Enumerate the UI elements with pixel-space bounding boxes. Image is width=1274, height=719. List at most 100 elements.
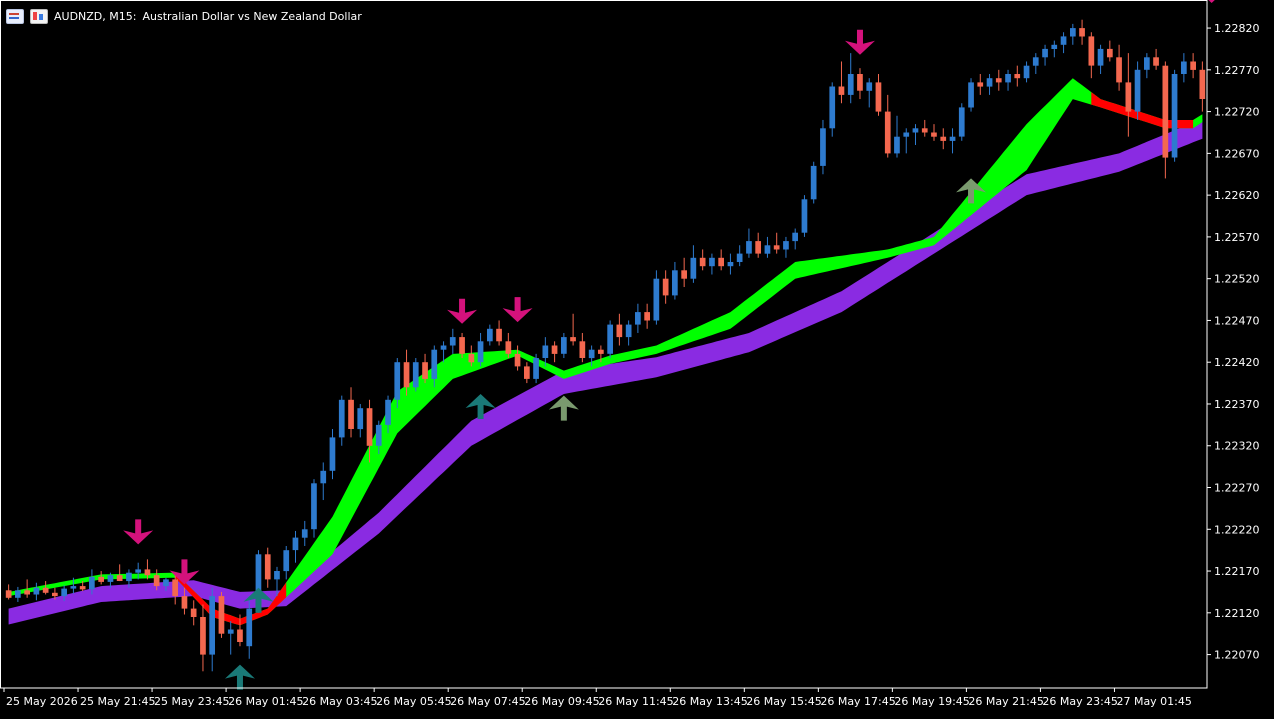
candle-body-73 xyxy=(681,270,687,279)
candle-body-64 xyxy=(598,349,604,354)
candle-body-23 xyxy=(218,596,225,634)
candle-body-15 xyxy=(144,569,151,576)
x-tick-label-4: 26 May 03:45 xyxy=(302,695,377,708)
candle-body-31 xyxy=(292,537,299,551)
candle-body-105 xyxy=(977,82,984,87)
candle-body-71 xyxy=(662,278,669,296)
chart: AUDNZD, M15: Australian Dollar vs New Ze… xyxy=(0,0,1274,715)
candle-body-4 xyxy=(42,587,49,593)
trading-icon[interactable] xyxy=(30,8,48,24)
candle-body-85 xyxy=(792,232,798,242)
candle-body-122 xyxy=(1134,69,1141,112)
x-tick-label-0: 25 May 2026 xyxy=(6,695,78,708)
x-tick-label-12: 26 May 19:45 xyxy=(894,695,969,708)
candle-body-123 xyxy=(1144,57,1150,70)
candle-body-125 xyxy=(1162,65,1169,158)
candle-body-77 xyxy=(718,257,724,267)
candle-body-62 xyxy=(579,341,586,358)
candle-body-48 xyxy=(449,337,456,346)
candle-body-12 xyxy=(116,575,123,581)
x-tick-label-14: 26 May 23:45 xyxy=(1042,695,1117,708)
candle-body-42 xyxy=(394,362,401,400)
candle-body-79 xyxy=(736,253,743,262)
y-tick-label-6: 1.22520 xyxy=(1214,273,1260,286)
candle-body-106 xyxy=(986,78,993,87)
candle-body-129 xyxy=(1199,69,1206,99)
candle-body-112 xyxy=(1042,48,1048,58)
y-tick-label-11: 1.22270 xyxy=(1214,482,1260,495)
x-tick-label-5: 26 May 05:45 xyxy=(376,695,451,708)
candle-body-6 xyxy=(61,588,67,597)
candle-body-55 xyxy=(514,353,521,367)
candle-body-2 xyxy=(24,590,30,595)
candle-body-86 xyxy=(801,199,808,233)
candle-body-18 xyxy=(172,579,178,597)
x-tick-label-1: 25 May 21:45 xyxy=(80,695,155,708)
y-tick-label-7: 1.22470 xyxy=(1214,314,1260,327)
candle-body-128 xyxy=(1190,61,1196,70)
candle-body-66 xyxy=(616,324,623,338)
candle-body-51 xyxy=(477,341,484,363)
x-tick-label-11: 26 May 17:45 xyxy=(820,695,895,708)
candle-body-102 xyxy=(949,136,956,141)
candle-body-41 xyxy=(385,399,391,425)
candle-body-115 xyxy=(1070,28,1076,37)
candle-body-94 xyxy=(875,82,882,112)
candle-body-5 xyxy=(52,592,58,597)
candle-body-116 xyxy=(1079,28,1085,37)
candle-body-127 xyxy=(1181,61,1187,74)
y-tick-label-13: 1.22170 xyxy=(1214,565,1260,578)
candle-body-43 xyxy=(403,362,410,388)
y-tick-label-9: 1.22370 xyxy=(1214,398,1260,411)
candle-body-38 xyxy=(357,408,364,430)
candle-body-67 xyxy=(625,324,632,338)
candle-body-109 xyxy=(1014,74,1021,79)
y-tick-label-1: 1.22770 xyxy=(1214,64,1260,77)
candle-body-103 xyxy=(958,107,965,137)
candle-body-95 xyxy=(884,111,891,154)
candle-body-92 xyxy=(857,74,863,91)
candle-body-13 xyxy=(126,572,132,582)
chart-symbol-label: AUDNZD, M15: xyxy=(54,9,137,23)
candle-body-82 xyxy=(764,245,771,254)
y-tick-label-0: 1.22820 xyxy=(1214,22,1260,35)
candle-body-124 xyxy=(1153,57,1159,66)
candle-body-22 xyxy=(209,596,215,655)
chart-symbol-description: Australian Dollar vs New Zealand Dollar xyxy=(142,9,362,23)
candle-body-17 xyxy=(163,579,169,587)
candle-body-68 xyxy=(635,312,641,325)
candle-body-44 xyxy=(412,362,419,388)
candle-body-53 xyxy=(496,328,502,342)
candle-body-39 xyxy=(366,408,373,446)
candle-body-36 xyxy=(338,399,345,438)
candle-body-34 xyxy=(320,470,327,484)
price-chart-svg[interactable]: 1.22820 1.22770 1.22720 1.22670 1.22620 1.225… xyxy=(0,0,1274,715)
candle-body-96 xyxy=(894,136,900,154)
candle-body-75 xyxy=(699,257,706,267)
candle-body-20 xyxy=(190,608,197,617)
candle-body-52 xyxy=(487,328,493,342)
candle-body-32 xyxy=(301,529,308,538)
candle-body-118 xyxy=(1097,48,1104,66)
x-tick-label-13: 26 May 21:45 xyxy=(968,695,1043,708)
candle-body-33 xyxy=(311,483,317,530)
candle-body-9 xyxy=(89,576,95,590)
y-tick-label-4: 1.22620 xyxy=(1214,189,1260,202)
y-tick-label-10: 1.22320 xyxy=(1214,440,1260,453)
candle-body-81 xyxy=(755,241,761,254)
candle-body-47 xyxy=(440,345,447,350)
candle-body-107 xyxy=(995,78,1002,83)
candle-body-100 xyxy=(931,132,937,137)
candle-body-1 xyxy=(15,590,21,598)
candle-body-50 xyxy=(468,353,475,363)
candle-body-78 xyxy=(727,262,734,267)
quote-list-icon[interactable] xyxy=(6,8,24,24)
x-tick-label-9: 26 May 13:45 xyxy=(672,695,747,708)
x-tick-label-15: 27 May 01:45 xyxy=(1116,695,1191,708)
x-tick-label-10: 26 May 15:45 xyxy=(746,695,821,708)
candle-body-74 xyxy=(690,257,697,279)
candle-body-110 xyxy=(1023,65,1030,79)
candle-body-25 xyxy=(237,629,243,642)
y-tick-label-12: 1.22220 xyxy=(1214,523,1260,536)
candle-body-97 xyxy=(903,132,910,137)
